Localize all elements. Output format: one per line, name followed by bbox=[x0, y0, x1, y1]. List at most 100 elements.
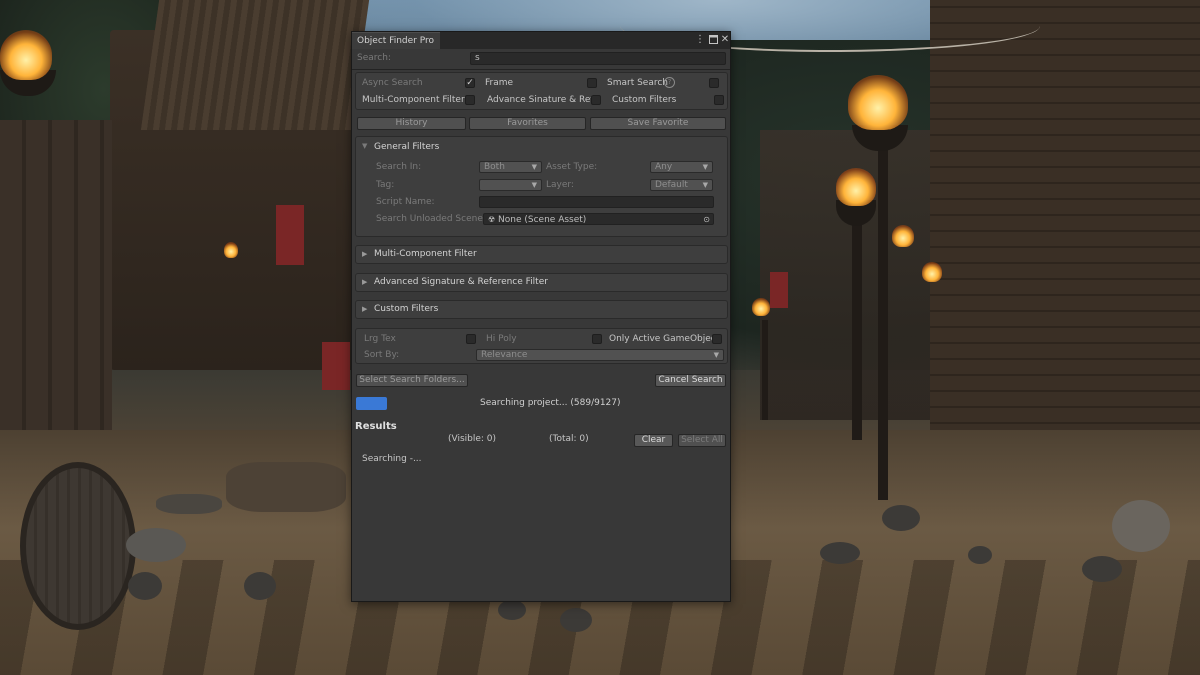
object-finder-window: Object Finder Pro ⋮ ✕ Search: s Async Se… bbox=[351, 31, 731, 602]
lrg-tex-checkbox[interactable] bbox=[466, 334, 476, 344]
wooden-house-right bbox=[930, 0, 1200, 470]
fire bbox=[848, 75, 908, 130]
rock bbox=[968, 546, 992, 564]
window-tab[interactable]: Object Finder Pro bbox=[352, 32, 440, 49]
asset-type-label: Asset Type: bbox=[546, 162, 598, 172]
object-picker-icon[interactable]: ⊙ bbox=[703, 214, 710, 225]
sort-by-value: Relevance bbox=[481, 350, 528, 360]
advance-signature-checkbox[interactable] bbox=[591, 95, 601, 105]
red-banner bbox=[770, 272, 788, 308]
wagon-wheel bbox=[20, 462, 136, 630]
unloaded-scene-object-field[interactable]: ☢ None (Scene Asset) ⊙ bbox=[483, 213, 714, 225]
lrg-tex-label: Lrg Tex bbox=[364, 334, 396, 344]
sort-by-dropdown[interactable]: Relevance ▼ bbox=[476, 349, 724, 361]
smart-search-checkbox[interactable] bbox=[709, 78, 719, 88]
sort-by-label: Sort By: bbox=[364, 350, 400, 360]
favorites-button[interactable]: Favorites bbox=[469, 117, 586, 130]
only-active-checkbox[interactable] bbox=[712, 334, 722, 344]
layer-label: Layer: bbox=[546, 180, 574, 190]
multi-component-filter-checkbox[interactable] bbox=[465, 95, 475, 105]
async-search-checkbox[interactable]: ✓ bbox=[465, 78, 475, 88]
extra-options-box: Lrg Tex Hi Poly Only Active GameObject S… bbox=[355, 328, 728, 364]
progress-bar bbox=[356, 397, 387, 410]
rock bbox=[244, 572, 276, 600]
fire bbox=[752, 298, 770, 316]
expand-triangle-icon: ▶ bbox=[362, 305, 368, 313]
history-button[interactable]: History bbox=[357, 117, 466, 130]
results-status: Searching -... bbox=[362, 454, 422, 464]
hi-poly-label: Hi Poly bbox=[486, 334, 517, 344]
custom-filters-label: Custom Filters bbox=[612, 95, 677, 105]
search-label: Search: bbox=[357, 53, 391, 63]
smart-search-label: Smart Search bbox=[607, 78, 669, 88]
rock bbox=[128, 572, 162, 600]
visible-count: (Visible: 0) bbox=[448, 434, 497, 444]
cancel-search-button[interactable]: Cancel Search bbox=[655, 374, 726, 387]
tree-stump bbox=[156, 494, 222, 514]
search-in-label: Search In: bbox=[376, 162, 422, 172]
chevron-down-icon: ▼ bbox=[531, 181, 537, 189]
results-title: Results bbox=[355, 421, 397, 432]
general-filters-title[interactable]: General Filters bbox=[374, 142, 439, 152]
tag-dropdown[interactable]: ▼ bbox=[479, 179, 542, 191]
expand-triangle-icon[interactable]: ▼ bbox=[362, 142, 367, 150]
chevron-down-icon: ▼ bbox=[702, 163, 708, 171]
kebab-menu-icon[interactable]: ⋮ bbox=[694, 33, 706, 47]
total-count: (Total: 0) bbox=[549, 434, 589, 444]
unloaded-scene-value: None (Scene Asset) bbox=[498, 215, 587, 225]
section-title: Advanced Signature & Reference Filter bbox=[374, 277, 548, 287]
unloaded-scene-label: Search Unloaded Scene: bbox=[376, 214, 486, 224]
help-icon[interactable]: ? bbox=[664, 77, 675, 88]
custom-filters-checkbox[interactable] bbox=[714, 95, 724, 105]
asset-type-value: Any bbox=[655, 162, 673, 172]
search-row: Search: s bbox=[352, 49, 730, 70]
select-search-folders-button[interactable]: Select Search Folders... bbox=[356, 374, 468, 387]
frame-label: Frame bbox=[485, 78, 514, 88]
section-title: Multi-Component Filter bbox=[374, 249, 477, 259]
red-banner bbox=[276, 205, 304, 265]
close-icon[interactable]: ✕ bbox=[719, 33, 731, 47]
fire bbox=[892, 225, 914, 247]
brazier-post bbox=[852, 220, 862, 440]
layer-dropdown[interactable]: Default ▼ bbox=[650, 179, 713, 191]
chevron-down-icon: ▼ bbox=[713, 351, 719, 359]
options-box: Async Search ✓ Frame Smart Search ? Mult… bbox=[355, 72, 728, 110]
rock bbox=[560, 608, 592, 632]
select-all-button[interactable]: Select All bbox=[678, 434, 726, 447]
script-name-input[interactable] bbox=[479, 196, 714, 208]
clear-button[interactable]: Clear bbox=[634, 434, 673, 447]
fire bbox=[0, 30, 52, 80]
wooden-fence bbox=[0, 120, 112, 480]
search-in-value: Both bbox=[484, 162, 505, 172]
layer-value: Default bbox=[655, 180, 688, 190]
async-search-label: Async Search bbox=[362, 78, 423, 88]
multi-component-filter-label: Multi-Component Filter bbox=[362, 95, 465, 105]
rock bbox=[498, 600, 526, 620]
search-input[interactable]: s bbox=[470, 52, 726, 65]
progress-status: Searching project... (589/9127) bbox=[480, 398, 621, 408]
lamp-glow bbox=[224, 242, 238, 258]
frame-checkbox[interactable] bbox=[587, 78, 597, 88]
script-name-label: Script Name: bbox=[376, 197, 435, 207]
window-titlebar: Object Finder Pro ⋮ ✕ bbox=[352, 32, 730, 49]
custom-filters-foldout[interactable]: ▶ Custom Filters bbox=[355, 300, 728, 319]
advance-signature-label: Advance Sinature & Ref bbox=[487, 95, 594, 105]
house-roof bbox=[140, 0, 370, 130]
save-favorite-button[interactable]: Save Favorite bbox=[590, 117, 726, 130]
red-banner bbox=[322, 342, 350, 390]
advanced-signature-foldout[interactable]: ▶ Advanced Signature & Reference Filter bbox=[355, 273, 728, 292]
fire bbox=[922, 262, 942, 282]
scene-asset-icon: ☢ bbox=[488, 215, 496, 224]
maximize-icon[interactable] bbox=[707, 33, 719, 47]
rock bbox=[820, 542, 860, 564]
sack bbox=[1112, 500, 1170, 552]
search-in-dropdown[interactable]: Both ▼ bbox=[479, 161, 542, 173]
multi-component-filter-foldout[interactable]: ▶ Multi-Component Filter bbox=[355, 245, 728, 264]
only-active-label: Only Active GameObject bbox=[609, 334, 720, 344]
rock bbox=[882, 505, 920, 531]
rock bbox=[126, 528, 186, 562]
asset-type-dropdown[interactable]: Any ▼ bbox=[650, 161, 713, 173]
chevron-down-icon: ▼ bbox=[531, 163, 537, 171]
brazier-post bbox=[762, 320, 768, 420]
hi-poly-checkbox[interactable] bbox=[592, 334, 602, 344]
